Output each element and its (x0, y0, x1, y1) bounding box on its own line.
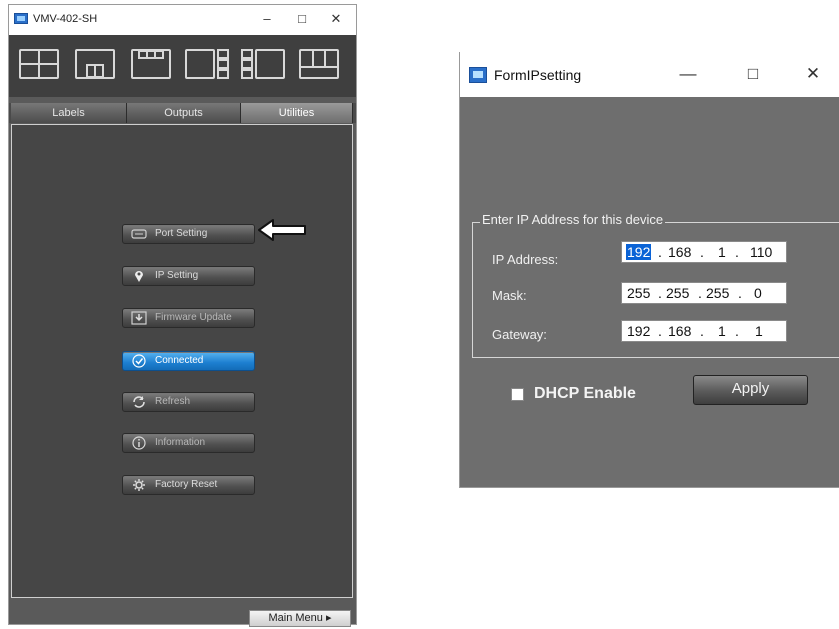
left-stack-small-icon (241, 49, 253, 79)
check-circle-icon (131, 354, 147, 368)
left-stack-layout-icon[interactable] (255, 49, 285, 79)
connected-label: Connected (155, 355, 204, 366)
apply-button[interactable]: Apply (693, 375, 808, 405)
information-button[interactable]: Information (122, 433, 255, 453)
port-setting-label: Port Setting (155, 228, 208, 239)
ip-address-field[interactable]: 192 . 168 . 1 . 110 (621, 241, 787, 263)
ip-address-label: IP Address: (492, 252, 559, 267)
connected-button[interactable]: Connected (122, 351, 255, 371)
tab-bar: Labels Outputs Utilities (9, 103, 356, 123)
information-label: Information (155, 437, 206, 448)
utilities-panel: Port Setting IP Setting Firmware Update … (11, 124, 353, 598)
mask-octet-4[interactable]: 0 (754, 285, 762, 301)
ip-group-title: Enter IP Address for this device (480, 212, 666, 227)
dhcp-label: DHCP Enable (534, 385, 636, 402)
mask-label: Mask: (492, 288, 527, 303)
form-app-icon (469, 67, 487, 83)
mask-field[interactable]: 255 . 255 . 255 . 0 (621, 282, 787, 304)
tab-utilities[interactable]: Utilities (241, 103, 353, 123)
ip-window-title: FormIPsetting (494, 67, 582, 83)
close-button[interactable]: ✕ (323, 9, 349, 29)
factory-reset-label: Factory Reset (155, 479, 218, 490)
tab-labels[interactable]: Labels (11, 103, 127, 123)
gateway-octet-2[interactable]: 168 (668, 323, 691, 339)
firmware-update-label: Firmware Update (155, 312, 232, 323)
port-setting-button[interactable]: Port Setting (122, 224, 255, 244)
ip-setting-button[interactable]: IP Setting (122, 266, 255, 286)
layout-toolbar (9, 35, 356, 97)
gear-icon (131, 478, 147, 492)
ip-close-button[interactable]: ✕ (798, 62, 828, 86)
gateway-octet-3[interactable]: 1 (718, 323, 726, 339)
ip-octet-4[interactable]: 110 (750, 244, 772, 260)
mask-octet-3[interactable]: 255 (706, 285, 729, 301)
main-menu-button[interactable]: Main Menu ▸ (249, 610, 351, 627)
ip-minimize-button[interactable]: — (673, 62, 703, 86)
ip-octet-1[interactable]: 192 (626, 244, 652, 260)
port-icon (131, 227, 147, 241)
firmware-update-button[interactable]: Firmware Update (122, 308, 255, 328)
ip-setting-label: IP Setting (155, 270, 199, 281)
pip-top-layout-icon[interactable] (131, 49, 171, 79)
vmv-main-window: VMV-402-SH – □ ✕ Labels Outputs Utilitie… (8, 4, 357, 627)
ip-setting-window: FormIPsetting — □ ✕ Enter IP Address for… (459, 52, 839, 488)
split-columns-layout-icon[interactable] (299, 49, 339, 79)
ip-title-bar: FormIPsetting — □ ✕ (460, 52, 839, 97)
window-title: VMV-402-SH (33, 13, 98, 25)
maximize-button[interactable]: □ (289, 9, 315, 29)
refresh-label: Refresh (155, 396, 191, 407)
mask-octet-2[interactable]: 255 (666, 285, 689, 301)
ip-octet-2[interactable]: 168 (668, 244, 691, 260)
gateway-octet-1[interactable]: 192 (627, 323, 650, 339)
app-icon (14, 13, 28, 24)
refresh-button[interactable]: Refresh (122, 392, 255, 412)
minimize-button[interactable]: – (254, 9, 280, 29)
gateway-label: Gateway: (492, 327, 547, 342)
pip-bottom-layout-icon[interactable] (75, 49, 115, 79)
ip-maximize-button[interactable]: □ (738, 62, 768, 86)
info-icon (131, 436, 147, 450)
quad-layout-icon[interactable] (19, 49, 59, 79)
factory-reset-button[interactable]: Factory Reset (122, 475, 255, 495)
gateway-octet-4[interactable]: 1 (755, 323, 763, 339)
mask-octet-1[interactable]: 255 (627, 285, 650, 301)
tab-outputs[interactable]: Outputs (127, 103, 241, 123)
location-pin-icon (131, 269, 147, 283)
title-bar: VMV-402-SH – □ ✕ (9, 5, 356, 36)
download-icon (131, 311, 147, 325)
side-stack-small-icon (217, 49, 229, 79)
dhcp-checkbox[interactable] (511, 388, 524, 401)
ip-octet-3[interactable]: 1 (718, 244, 726, 260)
side-stack-layout-icon[interactable] (185, 49, 215, 79)
gateway-field[interactable]: 192 . 168 . 1 . 1 (621, 320, 787, 342)
pointer-arrow-icon (258, 219, 306, 241)
refresh-icon (131, 395, 147, 409)
